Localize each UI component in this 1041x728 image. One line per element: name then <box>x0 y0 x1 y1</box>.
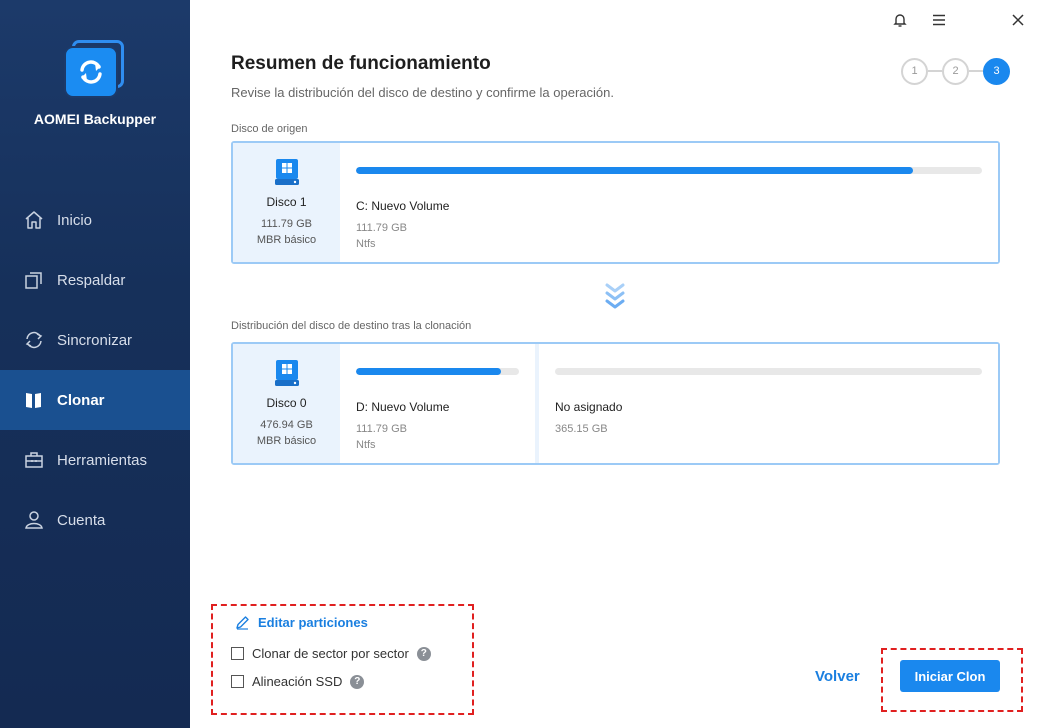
source-disk-label: Disco de origen <box>231 123 308 135</box>
step-connector <box>969 70 983 72</box>
sector-clone-option: Clonar de sector por sector ? <box>231 646 431 661</box>
step-2: 2 <box>942 57 969 85</box>
backup-icon <box>24 270 44 290</box>
help-icon[interactable]: ? <box>350 674 365 689</box>
sidebar-item-label: Respaldar <box>57 271 126 289</box>
close-icon[interactable] <box>1008 10 1028 30</box>
sector-clone-checkbox[interactable] <box>231 647 244 660</box>
sidebar-item-inicio[interactable]: Inicio <box>0 190 190 250</box>
menu-icon[interactable] <box>929 10 949 30</box>
sync-icon <box>24 330 44 350</box>
disk-type: MBR básico <box>256 435 317 447</box>
disk-name: Disco 1 <box>266 195 307 209</box>
destination-disk-info: Disco 0 476.94 GB MBR básico <box>233 344 340 463</box>
clone-icon <box>24 390 44 410</box>
partition-d[interactable]: D: Nuevo Volume 111.79 GB Ntfs <box>340 344 535 463</box>
pencil-icon <box>235 615 250 630</box>
help-icon[interactable]: ? <box>416 646 431 661</box>
back-button[interactable]: Volver <box>815 668 860 685</box>
user-icon <box>24 510 44 530</box>
app-logo-icon <box>62 38 126 102</box>
sidebar-item-label: Sincronizar <box>57 331 133 349</box>
step-3: 3 <box>983 57 1010 85</box>
sidebar-item-clonar[interactable]: Clonar <box>0 370 190 430</box>
sidebar-item-label: Herramientas <box>57 451 148 469</box>
ssd-align-checkbox[interactable] <box>231 675 244 688</box>
partition-usage-fill <box>356 167 914 174</box>
partition-name: No asignado <box>555 400 623 414</box>
sidebar-item-sincronizar[interactable]: Sincronizar <box>0 310 190 370</box>
source-disk-card: Disco 1 111.79 GB MBR básico C: Nuevo Vo… <box>231 141 1000 264</box>
sidebar-item-label: Cuenta <box>57 511 106 529</box>
ssd-align-option: Alineación SSD ? <box>231 674 365 689</box>
disk-name: Disco 0 <box>266 396 307 410</box>
partition-size: 111.79 GB <box>356 222 407 234</box>
disk-size: 111.79 GB <box>261 218 312 230</box>
partition-name: C: Nuevo Volume <box>356 199 450 213</box>
partition-c[interactable]: C: Nuevo Volume 111.79 GB Ntfs <box>340 143 998 262</box>
notification-bell-icon[interactable] <box>890 10 910 30</box>
sidebar: AOMEI Backupper Inicio Respaldar Sincron… <box>0 0 190 728</box>
disk-size: 476.94 GB <box>260 419 313 431</box>
destination-disk-label: Distribución del disco de destino tras l… <box>231 320 472 332</box>
sidebar-item-label: Inicio <box>57 211 93 229</box>
app-name: AOMEI Backupper <box>33 111 157 127</box>
home-icon <box>24 210 44 230</box>
partition-filesystem: Ntfs <box>356 238 376 250</box>
edit-partitions-link[interactable]: Editar particiones <box>235 615 368 630</box>
sidebar-item-respaldar[interactable]: Respaldar <box>0 250 190 310</box>
step-connector <box>928 70 942 72</box>
partition-unallocated[interactable]: No asignado 365.15 GB <box>539 344 998 463</box>
partition-name: D: Nuevo Volume <box>356 400 450 414</box>
edit-partitions-label: Editar particiones <box>258 615 368 630</box>
windows-disk-icon <box>274 159 299 185</box>
page-subtitle: Revise la distribución del disco de dest… <box>231 85 614 100</box>
partition-filesystem: Ntfs <box>356 439 376 451</box>
windows-disk-icon <box>274 360 299 386</box>
sidebar-item-herramientas[interactable]: Herramientas <box>0 430 190 490</box>
partition-size: 111.79 GB <box>356 423 407 435</box>
partition-usage-fill <box>356 368 502 375</box>
disk-type: MBR básico <box>256 234 317 246</box>
sector-clone-label[interactable]: Clonar de sector por sector <box>252 646 409 661</box>
destination-disk-card: Disco 0 476.94 GB MBR básico D: Nuevo Vo… <box>231 342 1000 465</box>
page-title: Resumen de funcionamiento <box>231 53 491 74</box>
partition-usage-bar <box>356 167 982 174</box>
sidebar-item-cuenta[interactable]: Cuenta <box>0 490 190 550</box>
arrow-down-icon <box>605 283 625 309</box>
step-1: 1 <box>901 57 928 85</box>
partition-usage-bar <box>555 368 982 375</box>
partition-usage-bar <box>356 368 519 375</box>
step-indicator: 1 2 3 <box>901 57 1010 85</box>
sidebar-item-label: Clonar <box>57 391 105 409</box>
partition-size: 365.15 GB <box>555 423 608 435</box>
ssd-align-label[interactable]: Alineación SSD <box>252 674 342 689</box>
sidebar-nav: Inicio Respaldar Sincronizar Clonar Herr… <box>0 190 190 550</box>
toolbox-icon <box>24 450 44 470</box>
start-clone-button[interactable]: Iniciar Clon <box>900 660 1000 692</box>
source-disk-info: Disco 1 111.79 GB MBR básico <box>233 143 340 262</box>
